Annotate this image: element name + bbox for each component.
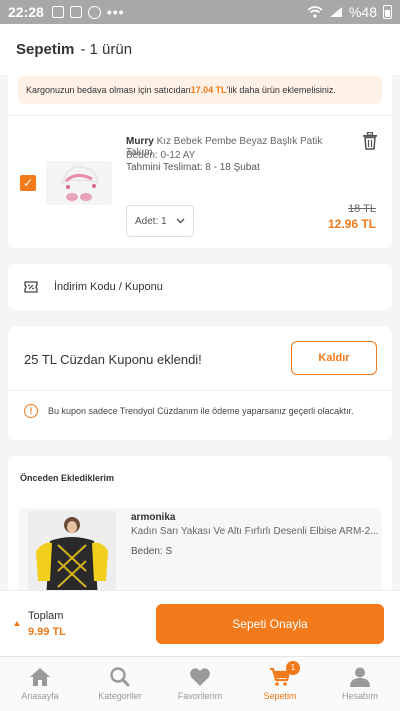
cart-badge: 1: [286, 661, 300, 675]
product-select-checkbox[interactable]: ✓: [20, 175, 36, 191]
divider: [8, 390, 392, 391]
previous-item-name: Kadın Sarı Yakası Ve Altı Fırfırlı Desen…: [131, 526, 379, 537]
remove-coupon-button[interactable]: Kaldır: [291, 341, 377, 375]
product-image[interactable]: [46, 161, 112, 205]
camera-icon: [69, 6, 82, 18]
status-bar: 22:28 ••• %48: [0, 0, 400, 24]
warning-icon: !: [24, 404, 38, 418]
section-title: Önceden Eklediklerim: [20, 473, 115, 483]
product-size: Beden: 0-12 AY: [126, 150, 196, 161]
new-price: 12.96 TL: [327, 217, 376, 231]
nav-categories[interactable]: Kategoriler: [80, 657, 160, 711]
checkout-bar: Toplam 9.99 TL Sepeti Onayla: [0, 590, 400, 656]
discount-code-button[interactable]: İndirim Kodu / Kuponu: [8, 264, 392, 310]
expand-total-icon[interactable]: [14, 621, 20, 626]
previous-item-brand: armonika: [131, 512, 176, 523]
bottom-nav: Anasayfa Kategoriler Favorilerim Sepetim…: [0, 656, 400, 711]
cart-item-card: Kargonuzun bedava olması için satıcıdan …: [8, 62, 392, 248]
coupon-icon: [24, 281, 38, 293]
status-time: 22:28: [8, 4, 44, 20]
home-icon: [30, 668, 50, 686]
nav-cart[interactable]: Sepetim 1: [240, 657, 320, 711]
wallet-coupon-message: 25 TL Cüzdan Kuponu eklendi!: [24, 352, 202, 367]
nav-favorites[interactable]: Favorilerim: [160, 657, 240, 711]
gallery-icon: [51, 6, 64, 18]
product-brand: Murry: [126, 136, 154, 147]
coupon-info: ! Bu kupon sadece Trendyol Cüzdanım ile …: [24, 404, 354, 418]
old-price: 18 TL: [348, 203, 376, 215]
quantity-select[interactable]: Adet: 1: [126, 205, 194, 237]
previous-item-card[interactable]: armonika Kadın Sarı Yakası Ve Altı Fırfı…: [18, 508, 382, 598]
search-icon: [110, 667, 130, 687]
item-count: - 1 ürün: [80, 41, 133, 58]
free-shipping-banner: Kargonuzun bedava olması için satıcıdan …: [18, 76, 382, 104]
previous-item-image[interactable]: [28, 511, 116, 598]
user-icon: [350, 667, 370, 687]
total-value: 9.99 TL: [28, 626, 66, 638]
wifi-icon: [307, 6, 323, 18]
battery-icon: [383, 5, 392, 19]
confirm-cart-button[interactable]: Sepeti Onayla: [156, 604, 384, 644]
product-delivery: Tahmini Teslimat: 8 - 18 Şubat: [126, 162, 260, 173]
nav-account[interactable]: Hesabım: [320, 657, 400, 711]
coupon-info-text: Bu kupon sadece Trendyol Cüzdanım ile öd…: [48, 406, 354, 416]
battery-percent: %48: [348, 4, 377, 20]
wallet-coupon-card: 25 TL Cüzdan Kuponu eklendi! Kaldır ! Bu…: [8, 326, 392, 440]
previously-added-section: Önceden Eklediklerim armonika Kadın Sarı…: [8, 456, 392, 598]
more-notifications-icon: •••: [106, 4, 125, 20]
heart-icon: [190, 668, 210, 686]
discount-code-label: İndirim Kodu / Kuponu: [54, 281, 163, 293]
instagram-icon: [87, 5, 101, 19]
divider: [8, 115, 392, 116]
total-label: Toplam: [28, 610, 64, 622]
trash-icon[interactable]: [362, 132, 378, 150]
nav-home[interactable]: Anasayfa: [0, 657, 80, 711]
chevron-down-icon: [176, 218, 185, 224]
page-title: Sepetim: [16, 41, 75, 58]
signal-icon: [329, 7, 342, 17]
free-shipping-amount: 17.04 TL: [190, 85, 227, 95]
previous-item-size: Beden: S: [131, 546, 173, 557]
